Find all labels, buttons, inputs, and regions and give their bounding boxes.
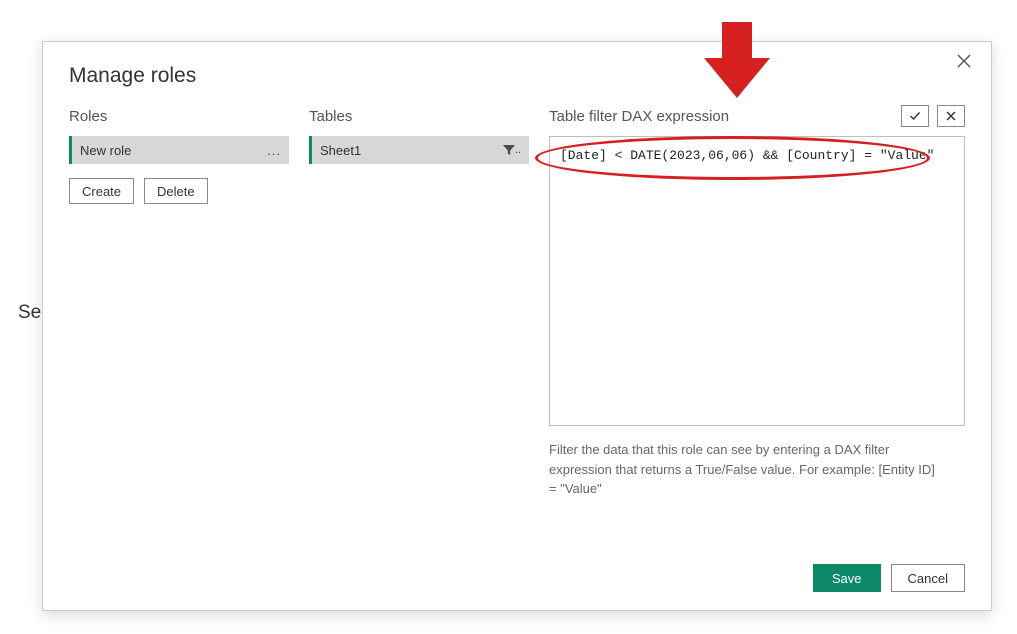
dax-expression-input[interactable] <box>549 136 965 426</box>
table-item[interactable]: Sheet1 .. <box>309 136 529 164</box>
role-item-more-icon[interactable]: ... <box>267 143 281 158</box>
tables-header: Tables <box>309 104 529 128</box>
roles-column: Roles New role ... Create Delete <box>69 104 289 499</box>
dax-confirm-button[interactable] <box>901 105 929 127</box>
create-role-button[interactable]: Create <box>69 178 134 204</box>
tables-column: Tables Sheet1 .. <box>309 104 529 499</box>
delete-role-button[interactable]: Delete <box>144 178 208 204</box>
role-item-label: New role <box>80 143 131 158</box>
dax-column: Table filter DAX expression Filter the d… <box>549 104 965 499</box>
dax-cancel-button[interactable] <box>937 105 965 127</box>
table-item-label: Sheet1 <box>320 143 361 158</box>
filter-icon[interactable]: .. <box>502 143 521 157</box>
roles-header: Roles <box>69 104 289 128</box>
background-partial-text: Se <box>18 302 41 324</box>
dialog-title: Manage roles <box>69 64 965 88</box>
close-button[interactable] <box>957 54 977 74</box>
cancel-button[interactable]: Cancel <box>891 564 965 592</box>
manage-roles-dialog: Manage roles Roles New role ... Create D… <box>42 41 992 611</box>
dax-header: Table filter DAX expression <box>549 108 729 125</box>
role-item[interactable]: New role ... <box>69 136 289 164</box>
dax-hint-text: Filter the data that this role can see b… <box>549 440 939 499</box>
save-button[interactable]: Save <box>813 564 881 592</box>
